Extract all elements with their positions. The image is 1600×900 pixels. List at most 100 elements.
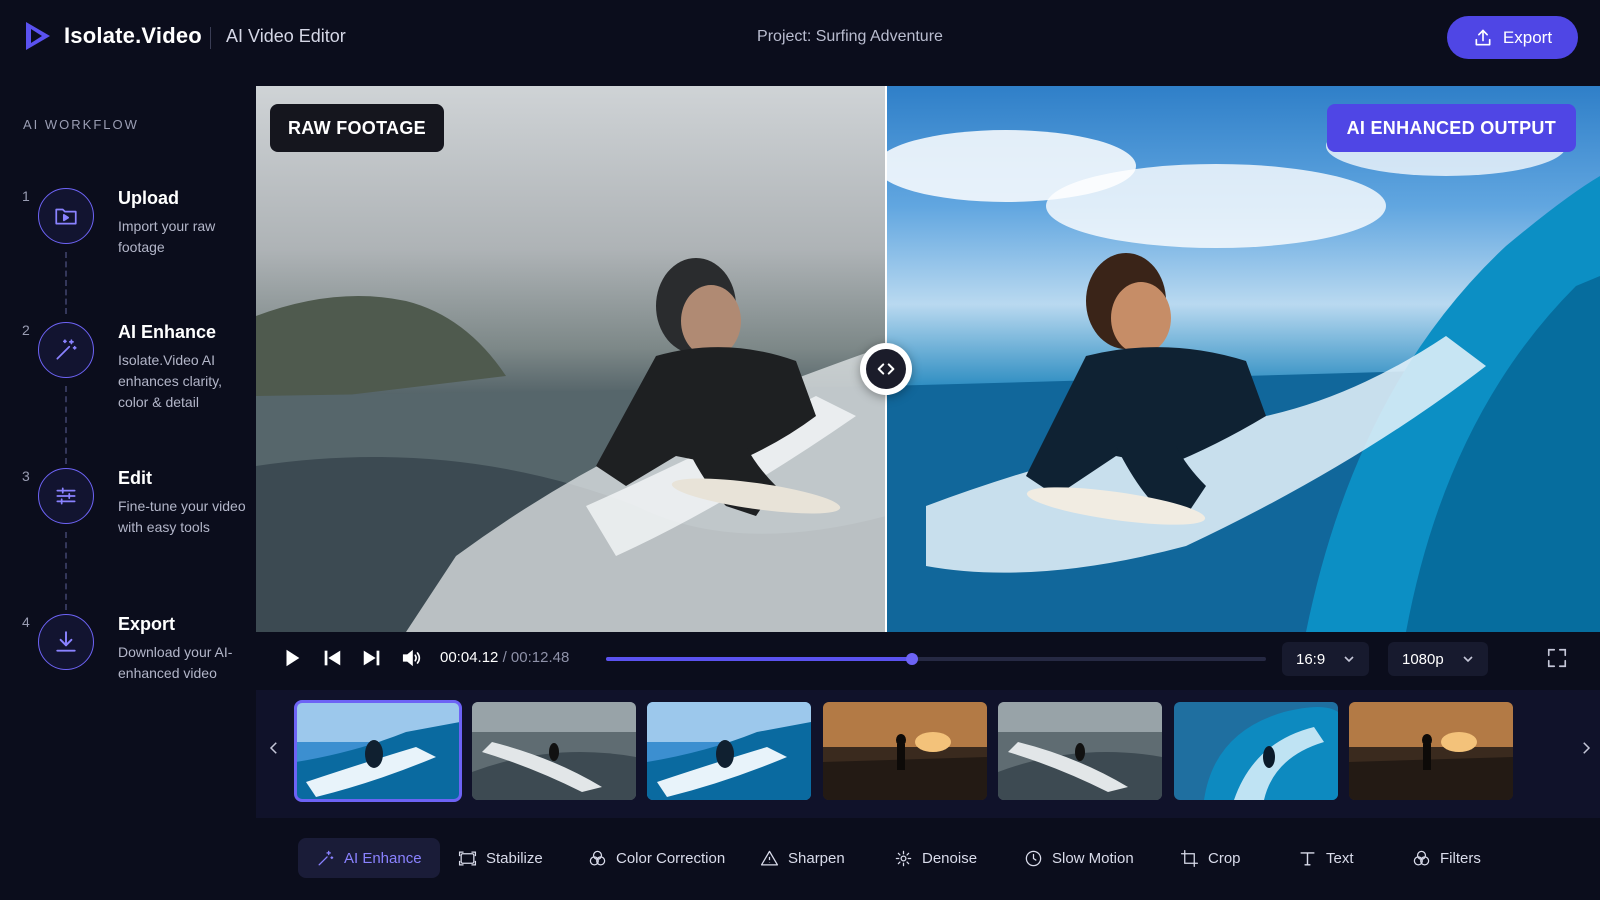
denoise-icon [895,850,912,866]
volume-button[interactable] [400,646,424,670]
chevron-down-icon [1463,656,1473,663]
step-description: Import your raw footage [118,218,216,255]
triangle-icon [760,850,779,865]
clock-icon [1025,850,1042,866]
step-title: Upload [118,188,179,208]
tool-label: Denoise [922,849,978,867]
fullscreen-icon[interactable] [1546,647,1568,669]
skip-back-icon [324,650,341,666]
chevron-left-icon [269,742,277,754]
current-time: 00:04.12 [440,649,499,666]
tool-label: Text [1326,849,1354,867]
tool-label: Sharpen [788,849,845,867]
folder-icon [55,208,77,225]
filmstrip-thumbnail[interactable] [294,700,462,802]
filters-icon [1413,850,1430,865]
thumbnail-image [1173,702,1338,800]
tool-label: Stabilize [486,849,543,867]
step-number: 1 [22,188,30,204]
filmstrip-prev-button[interactable] [262,736,286,760]
step-connector [65,386,67,464]
step-icon-circle [38,322,94,378]
aspect-ratio-value: 16:9 [1296,650,1326,668]
step-number: 2 [22,322,30,338]
progress-fill [606,657,912,661]
thumbnail-image [647,702,811,800]
split-handle[interactable] [860,343,912,395]
step-number: 4 [22,614,30,630]
stabilize-icon [458,851,477,865]
filmstrip-thumbnail[interactable] [471,702,636,800]
step-title: AI Enhance [118,322,217,342]
filmstrip-thumbnail[interactable] [998,702,1162,800]
progress-bar[interactable] [606,653,1266,665]
tool-label: Filters [1440,849,1481,867]
progress-knob[interactable] [905,653,918,665]
tool-ai-enhance[interactable]: AI Enhance [298,838,440,878]
resolution-value: 1080p [1402,650,1444,668]
video-preview[interactable]: RAW FOOTAGE AI ENHANCED OUTPUT [256,86,1600,632]
filmstrip [256,690,1600,818]
tool-crop[interactable]: Crop [1162,838,1259,878]
skip-back-button[interactable] [320,646,344,670]
skip-forward-icon [363,650,380,666]
chevron-right-icon [1583,742,1591,754]
playback-controls: 00:04.12 / 00:12.48 16:9 1080p [256,632,1600,684]
volume-icon [402,649,421,667]
step-description: Isolate.Video AI enhances clarity, color… [118,352,223,410]
download-icon [56,631,76,652]
tool-label: Slow Motion [1052,849,1134,867]
step-description: Download your AI-enhanced video [118,644,233,681]
thumbnail-image [471,702,636,800]
chevron-down-icon [1344,656,1354,663]
tool-denoise[interactable]: Denoise [876,838,995,878]
thumbnail-image [296,702,460,800]
sparkle-wand-icon [318,850,334,866]
step-title: Edit [118,468,152,488]
tool-text[interactable]: Text [1280,838,1372,878]
step-description: Fine-tune your video with easy tools [118,498,246,535]
workflow-sidebar: AI WORKFLOW 1 Upload Import your raw foo… [0,76,256,900]
total-time: 00:12.48 [510,649,570,666]
raw-footage-pane [256,86,886,632]
thumbnail-image [1349,702,1513,800]
aspect-ratio-select[interactable]: 16:9 [1282,642,1370,676]
ai-output-badge: AI ENHANCED OUTPUT [1326,104,1576,152]
time-display: 00:04.12 / 00:12.48 [440,649,569,666]
tool-filters[interactable]: Filters [1394,838,1499,878]
raw-footage-badge: RAW FOOTAGE [270,104,444,152]
step-connector [65,252,67,314]
filmstrip-thumbnail[interactable] [1349,702,1513,800]
step-title: Export [118,614,176,634]
filmstrip-thumbnail[interactable] [647,702,811,800]
play-button[interactable] [280,646,304,670]
step-icon-circle [38,614,94,670]
step-icon-circle [38,468,94,524]
export-button[interactable]: Export [1447,16,1578,59]
tool-label: AI Enhance [344,849,422,867]
skip-forward-button[interactable] [360,646,384,670]
filmstrip-thumbnail[interactable] [1173,702,1338,800]
sliders-icon [56,487,76,505]
step-number: 3 [22,468,30,484]
thumbnail-image [998,702,1162,800]
resolution-select[interactable]: 1080p [1388,642,1488,676]
editing-toolbar: AI Enhance Stabilize Color Correction Sh… [256,818,1600,900]
app-header: Isolate.Video AI Video Editor Project: S… [0,0,1600,76]
step-icon-circle [38,188,94,244]
tool-stabilize[interactable]: Stabilize [440,838,561,878]
project-title: Project: Surfing Adventure [757,28,943,45]
crop-icon [1180,849,1199,867]
thumbnail-image [822,702,987,800]
text-icon [1300,851,1315,866]
tool-slow-motion[interactable]: Slow Motion [1006,838,1152,878]
tool-label: Color Correction [616,849,726,867]
filmstrip-thumbnail[interactable] [822,702,987,800]
split-handle-inner [866,349,906,389]
tool-color-correction[interactable]: Color Correction [570,838,743,878]
export-button-label: Export [1502,27,1553,47]
tool-sharpen[interactable]: Sharpen [742,838,863,878]
raw-surfer-image [256,258,886,632]
filmstrip-next-button[interactable] [1574,736,1598,760]
time-separator: / [502,649,507,666]
